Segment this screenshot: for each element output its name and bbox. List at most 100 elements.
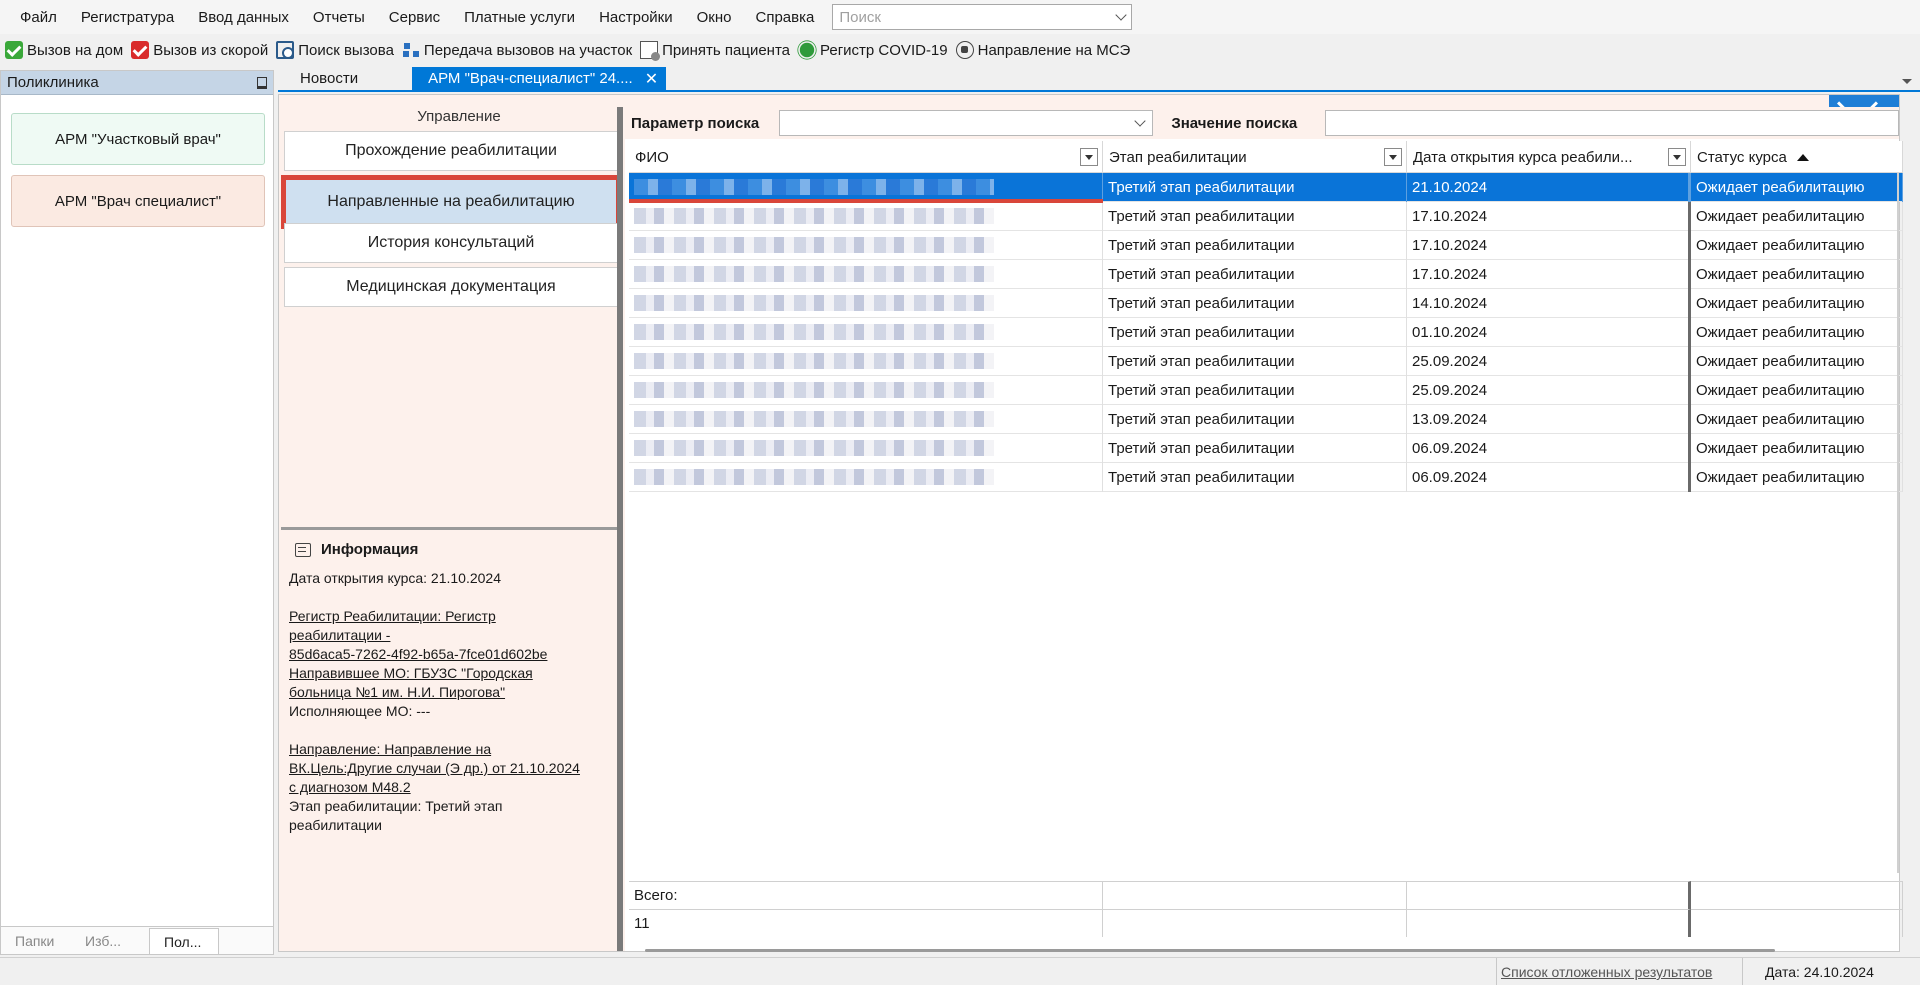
covid-register-button[interactable]: Регистр COVID-19 [795, 41, 953, 59]
table-row[interactable]: Третий этап реабилитации 01.10.2024 Ожид… [629, 317, 1903, 347]
filter-dropdown-icon[interactable] [1080, 148, 1098, 166]
info-heading-label: Информация [321, 541, 419, 558]
global-search-input[interactable]: Поиск [832, 4, 1133, 30]
tab-favorites[interactable]: Изб... [71, 928, 141, 954]
tab-specialist-workstation-label: АРМ "Врач-специалист" 24.... [428, 70, 633, 87]
table-row[interactable]: Третий этап реабилитации 17.10.2024 Ожид… [629, 259, 1903, 289]
horizontal-scrollbar[interactable] [645, 949, 1775, 952]
menu-data-input[interactable]: Ввод данных [186, 9, 301, 26]
info-register-line2[interactable]: реабилитации - [289, 626, 609, 645]
column-header-fio[interactable]: ФИО [629, 141, 1103, 173]
column-header-status[interactable]: Статус курса [1691, 141, 1903, 173]
workstation-district-doctor[interactable]: АРМ "Участковый врач" [11, 113, 265, 165]
tab-polyclinic[interactable]: Пол... [149, 928, 219, 954]
left-panel-title: Поликлиника [7, 74, 99, 91]
cell-stage: Третий этап реабилитации [1103, 259, 1407, 289]
accept-patient-button[interactable]: Принять пациента [637, 41, 795, 61]
home-call-button[interactable]: Вызов на дом [2, 41, 128, 59]
workstation-specialist-doctor[interactable]: АРМ "Врач специалист" [11, 175, 265, 227]
search-value-label: Значение поиска [1171, 114, 1298, 132]
mse-referral-icon [955, 41, 974, 59]
menu-window[interactable]: Окно [685, 9, 744, 26]
vertical-splitter[interactable] [617, 107, 623, 951]
menu-reports[interactable]: Отчеты [301, 9, 377, 26]
info-register-line3[interactable]: 85d6aca5-7262-4f92-b65a-7fce01d602be [289, 645, 609, 664]
column-header-open-date[interactable]: Дата открытия курса реабили... [1407, 141, 1691, 173]
menu-paid-services[interactable]: Платные услуги [452, 9, 587, 26]
covid-icon [799, 42, 815, 58]
workspace: Управление Прохождение реабилитации Напр… [278, 94, 1903, 952]
chevron-down-icon[interactable] [1115, 9, 1128, 21]
menu-file[interactable]: Файл [8, 9, 69, 26]
menu-bar: Файл Регистратура Ввод данных Отчеты Сер… [0, 0, 1920, 34]
table-row[interactable]: Третий этап реабилитации 25.09.2024 Ожид… [629, 346, 1903, 376]
table-row[interactable]: Третий этап реабилитации 17.10.2024 Ожид… [629, 201, 1903, 231]
cell-status: Ожидает реабилитацию [1691, 288, 1903, 318]
tab-news[interactable]: Новости [278, 67, 380, 90]
cell-fio [629, 288, 1103, 318]
cell-fio [629, 375, 1103, 405]
tab-list-dropdown-icon[interactable] [1902, 79, 1912, 84]
ambulance-call-button[interactable]: Вызов из скорой [128, 41, 273, 59]
menu-service[interactable]: Сервис [377, 9, 452, 26]
cell-open-date: 21.10.2024 [1407, 172, 1691, 202]
search-value-input[interactable] [1324, 110, 1899, 136]
column-header-stage[interactable]: Этап реабилитации [1103, 141, 1407, 173]
menu-registry[interactable]: Регистратура [69, 9, 186, 26]
left-panel-header: Поликлиника [1, 71, 273, 95]
tab-specialist-workstation[interactable]: АРМ "Врач-специалист" 24.... ✕ [412, 67, 667, 90]
table-row[interactable]: Третий этап реабилитации 14.10.2024 Ожид… [629, 288, 1903, 318]
filter-dropdown-icon[interactable] [1384, 148, 1402, 166]
pin-icon[interactable] [257, 76, 267, 89]
nav-consultation-history[interactable]: История консультаций [284, 223, 618, 263]
info-referring-mo-line2[interactable]: больница №1 им. Н.И. Пирогова" [289, 683, 609, 702]
cell-status: Ожидает реабилитацию [1691, 172, 1903, 202]
table-row[interactable]: Третий этап реабилитации 25.09.2024 Ожид… [629, 375, 1903, 405]
menu-settings[interactable]: Настройки [587, 9, 685, 26]
close-icon[interactable]: ✕ [645, 69, 658, 89]
cell-open-date: 13.09.2024 [1407, 404, 1691, 434]
cell-open-date: 06.09.2024 [1407, 462, 1691, 492]
cell-fio [629, 259, 1103, 289]
cell-stage: Третий этап реабилитации [1103, 404, 1407, 434]
info-referring-mo-line1[interactable]: Направившее МО: ГБУЗС "Городская [289, 664, 609, 683]
ambulance-call-label: Вызов из скорой [153, 41, 269, 59]
info-register-line1[interactable]: Регистр Реабилитации: Регистр [289, 607, 609, 626]
search-param-select[interactable] [778, 110, 1154, 136]
cell-open-date: 06.09.2024 [1407, 433, 1691, 463]
info-executing-mo: Исполняющее МО: --- [289, 703, 431, 719]
table-row[interactable]: Третий этап реабилитации 13.09.2024 Ожид… [629, 404, 1903, 434]
vertical-scrollbar[interactable] [1897, 173, 1899, 873]
redacted-name [634, 469, 994, 485]
table-row[interactable]: Третий этап реабилитации 06.09.2024 Ожид… [629, 462, 1903, 492]
cell-status: Ожидает реабилитацию [1691, 259, 1903, 289]
cell-stage: Третий этап реабилитации [1103, 375, 1407, 405]
filter-dropdown-icon[interactable] [1668, 148, 1686, 166]
grid-header: ФИО Этап реабилитации Дата открытия курс… [629, 141, 1903, 173]
transfer-calls-button[interactable]: Передача вызовов на участок [399, 41, 637, 59]
column-status-label: Статус курса [1697, 148, 1787, 166]
mse-referral-button[interactable]: Направление на МСЭ [953, 41, 1136, 59]
info-direction-line2[interactable]: ВК.Цель:Другие случаи (Э др.) от 21.10.2… [289, 759, 609, 778]
info-direction-line1[interactable]: Направление: Направление на [289, 740, 609, 759]
cell-fio [629, 404, 1103, 434]
cell-status: Ожидает реабилитацию [1691, 462, 1903, 492]
tab-folders[interactable]: Папки [1, 928, 71, 954]
covid-register-label: Регистр COVID-19 [820, 41, 948, 59]
info-direction-line3[interactable]: с диагнозом M48.2 [289, 778, 609, 797]
management-title: Управление [417, 107, 501, 125]
cell-stage: Третий этап реабилитации [1103, 346, 1407, 376]
cell-fio [629, 230, 1103, 260]
table-row[interactable]: Третий этап реабилитации 06.09.2024 Ожид… [629, 433, 1903, 463]
deferred-results-link[interactable]: Список отложенных результатов [1496, 958, 1736, 985]
cell-open-date: 14.10.2024 [1407, 288, 1691, 318]
table-row[interactable]: Третий этап реабилитации 17.10.2024 Ожид… [629, 230, 1903, 260]
cell-stage: Третий этап реабилитации [1103, 433, 1407, 463]
nav-referred-to-rehab[interactable]: Направленные на реабилитацию [281, 175, 621, 229]
nav-medical-documentation[interactable]: Медицинская документация [284, 267, 618, 307]
cell-fio [629, 433, 1103, 463]
menu-help[interactable]: Справка [744, 9, 827, 26]
search-call-button[interactable]: Поиск вызова [273, 41, 399, 59]
nav-rehab-progress[interactable]: Прохождение реабилитации [284, 131, 618, 171]
table-row[interactable]: Третий этап реабилитации 21.10.2024 Ожид… [629, 172, 1903, 203]
